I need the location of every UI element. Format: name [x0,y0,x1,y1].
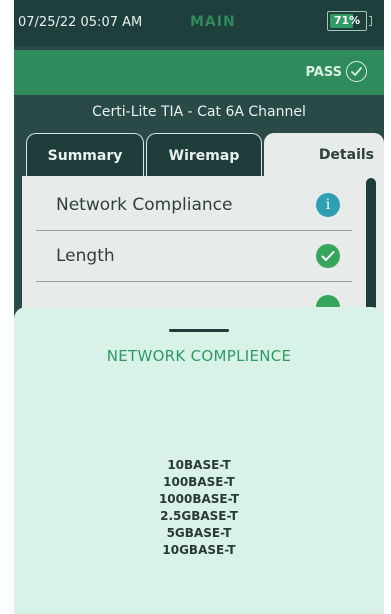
details-row-length[interactable]: Length [36,231,352,282]
result-bar: PASS [14,50,384,95]
battery-tip [369,16,372,26]
network-compliance-sheet: NETWORK COMPLIENCE 10BASE-T 100BASE-T 10… [14,307,384,614]
list-item: 2.5GBASE-T [160,509,238,523]
test-title: Certi-Lite TIA - Cat 6A Channel [92,104,306,120]
list-item: 10GBASE-T [162,543,236,557]
sheet-drag-handle[interactable] [169,329,229,332]
row-label: Network Compliance [56,195,233,215]
list-item: 100BASE-T [163,475,235,489]
row-label: Length [56,246,115,266]
battery-icon: 71% [327,11,367,31]
result-label: PASS [305,65,342,80]
list-item: 10BASE-T [167,458,231,472]
standards-list: 10BASE-T 100BASE-T 1000BASE-T 2.5GBASE-T… [14,457,384,559]
check-icon [316,244,340,268]
status-bar: 07/25/22 05:07 AM MAIN 71% [14,0,384,46]
status-mode: MAIN [190,14,236,30]
battery-percent: 71% [333,14,361,27]
list-item: 1000BASE-T [158,492,240,506]
tab-wiremap[interactable]: Wiremap [146,133,262,178]
tab-summary[interactable]: Summary [26,133,144,178]
status-datetime: 07/25/22 05:07 AM [18,15,143,30]
tab-details[interactable]: Details [264,133,384,178]
info-icon[interactable]: i [316,193,340,217]
sheet-title: NETWORK COMPLIENCE [106,347,292,365]
tester-screen: 07/25/22 05:07 AM MAIN 71% PASS Certi-Li… [14,0,384,614]
details-row-network-compliance[interactable]: Network Compliance i [36,180,352,231]
list-item: 5GBASE-T [166,526,232,540]
check-circle-icon [346,61,367,82]
